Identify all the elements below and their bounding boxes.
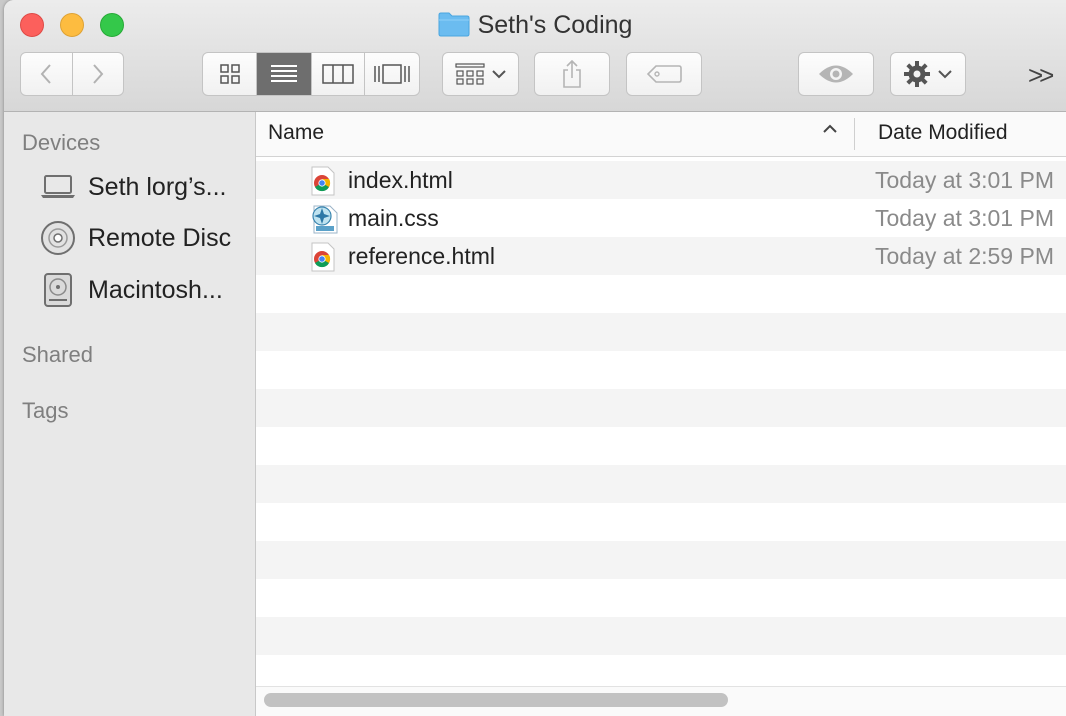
file-row[interactable]: main.css Today at 3:01 PM [256, 199, 1066, 237]
sidebar-item-computer[interactable]: Seth lorg’s... [4, 165, 254, 209]
column-view-button[interactable] [312, 53, 365, 95]
coverflow-icon [374, 64, 410, 84]
sidebar-header-shared: Shared [22, 342, 93, 367]
empty-row [256, 617, 1066, 655]
empty-row [256, 579, 1066, 617]
file-list: Name Date Modified index.html Today at 3… [256, 112, 1066, 716]
action-button[interactable] [890, 52, 966, 96]
column-header: Name Date Modified [256, 112, 1066, 157]
disc-icon [38, 218, 78, 258]
columns-icon [321, 64, 354, 84]
file-date: Today at 3:01 PM [875, 205, 1054, 231]
arrange-icon [454, 63, 485, 85]
column-header-name[interactable]: Name [268, 121, 324, 145]
list-icon [270, 65, 297, 82]
horizontal-scrollbar[interactable] [256, 686, 1066, 716]
arrange-button[interactable] [442, 52, 519, 96]
sort-ascending-icon[interactable] [822, 122, 838, 140]
file-date: Today at 2:59 PM [875, 243, 1054, 269]
chrome-document-icon [310, 242, 336, 272]
sidebar-item-label: Seth lorg’s... [88, 172, 227, 201]
finder-window: Seth's Coding >> Devices Seth lorg’s... … [4, 0, 1066, 716]
empty-row [256, 541, 1066, 579]
sidebar-item-macintosh-hd[interactable]: Macintosh... [4, 268, 254, 312]
grid-icon [219, 64, 240, 84]
gear-icon [904, 61, 930, 87]
sidebar-header-devices: Devices [22, 130, 101, 155]
file-name: reference.html [348, 243, 496, 269]
empty-row [256, 503, 1066, 541]
toolbar-overflow-button[interactable]: >> [1028, 60, 1054, 91]
empty-row [256, 313, 1066, 351]
forward-button[interactable] [73, 53, 124, 95]
chrome-document-icon [310, 166, 336, 196]
chevron-down-icon [491, 70, 506, 79]
hard-drive-icon [38, 270, 78, 310]
sidebar-item-label: Remote Disc [88, 223, 232, 252]
share-button[interactable] [534, 52, 610, 96]
sidebar-item-remote-disc[interactable]: Remote Disc [4, 216, 254, 260]
empty-row [256, 427, 1066, 465]
chevron-down-icon [938, 70, 952, 79]
sidebar: Devices Seth lorg’s... Remote Disc Macin… [4, 112, 256, 716]
empty-row [256, 351, 1066, 389]
file-row[interactable]: reference.html Today at 2:59 PM [256, 237, 1066, 275]
empty-row [256, 275, 1066, 313]
file-rows: index.html Today at 3:01 PM main.css Tod… [256, 161, 1066, 693]
quick-look-button[interactable] [798, 52, 874, 96]
sidebar-header-tags: Tags [22, 398, 69, 423]
file-name: index.html [348, 167, 453, 193]
laptop-icon [38, 167, 78, 207]
column-header-date-modified[interactable]: Date Modified [878, 121, 1008, 145]
column-divider[interactable] [854, 118, 855, 150]
icon-view-button[interactable] [203, 53, 258, 95]
empty-row [256, 465, 1066, 503]
view-mode-control [202, 52, 420, 96]
file-date: Today at 3:01 PM [875, 167, 1054, 193]
folder-icon [438, 11, 470, 46]
file-row[interactable]: index.html Today at 3:01 PM [256, 161, 1066, 199]
chevron-right-icon [93, 64, 104, 84]
sidebar-item-label: Macintosh... [88, 275, 223, 304]
tag-button[interactable] [626, 52, 702, 96]
css-document-icon [310, 204, 338, 234]
back-button[interactable] [21, 53, 73, 95]
eye-icon [819, 65, 853, 83]
window-title: Seth's Coding [4, 8, 1066, 46]
toolbar: Seth's Coding >> [4, 0, 1066, 112]
empty-row [256, 389, 1066, 427]
chevron-left-icon [40, 64, 51, 84]
window-title-text: Seth's Coding [477, 11, 633, 39]
tag-icon [646, 65, 682, 83]
coverflow-view-button[interactable] [365, 53, 419, 95]
scrollbar-thumb[interactable] [264, 693, 728, 707]
list-view-button[interactable] [257, 53, 312, 95]
share-icon [563, 59, 581, 88]
file-name: main.css [348, 205, 439, 231]
nav-buttons [20, 52, 124, 96]
